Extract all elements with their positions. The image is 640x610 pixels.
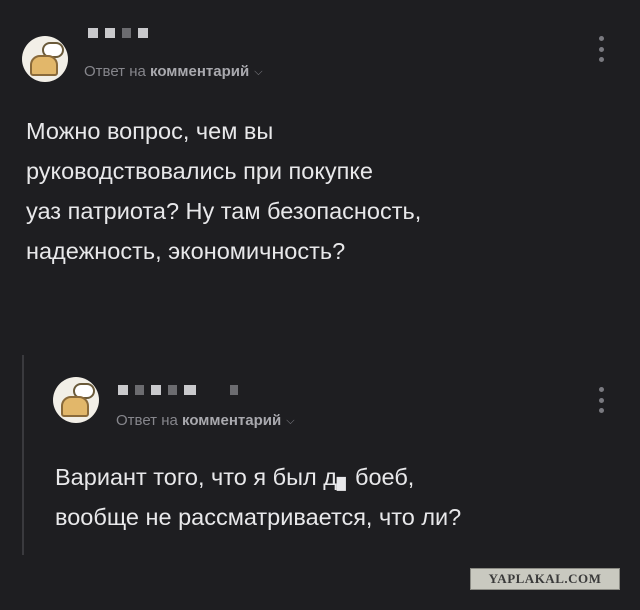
comment-text: Можно вопрос, чем вы руководствовались п… — [26, 118, 422, 264]
reply-meta[interactable]: Ответ на комментарий ⌵ — [84, 63, 263, 80]
reply-label: Ответ на — [84, 63, 146, 80]
reply-target: комментарий — [150, 63, 250, 80]
username-blurred[interactable] — [118, 385, 238, 395]
more-options-icon[interactable] — [598, 387, 604, 413]
username-blurred[interactable] — [88, 28, 148, 38]
more-options-icon[interactable] — [598, 36, 604, 62]
reply-meta[interactable]: Ответ на комментарий ⌵ — [116, 412, 295, 429]
chevron-down-icon[interactable]: ⌵ — [254, 66, 262, 79]
chevron-down-icon[interactable]: ⌵ — [286, 415, 294, 428]
comment: Ответ на комментарий ⌵ Можно вопрос, чем … — [0, 22, 640, 322]
reply-target: комментарий — [182, 412, 282, 429]
watermark-logo: YAPLAKAL.COM — [470, 568, 620, 590]
bread-icon — [30, 55, 58, 76]
reply-label: Ответ на — [116, 412, 178, 429]
comment-text: Вариант того, что я был д▖боеб, вообще н… — [55, 464, 462, 530]
avatar[interactable] — [22, 36, 68, 82]
avatar[interactable] — [53, 377, 99, 423]
bread-icon — [61, 396, 89, 417]
reply-comment: Ответ на комментарий ⌵ Вариант того, что … — [0, 355, 640, 555]
